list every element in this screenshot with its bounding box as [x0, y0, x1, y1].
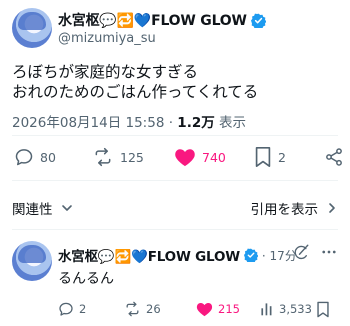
verified-badge-icon[interactable] [243, 248, 258, 262]
reply-text: るんるん [58, 271, 114, 287]
replies-filter-row: 関連性 引用を表示 [12, 198, 338, 220]
reply-reply-button[interactable]: 2 [58, 299, 86, 319]
reply-repost-button[interactable]: 26 [124, 299, 161, 319]
bookmark-count: 2 [278, 149, 286, 165]
reply-top-icons [292, 243, 338, 261]
reply-actions: 2 26 215 3,533 [58, 299, 338, 319]
heart-filled-icon [196, 302, 213, 317]
reply-reply-count: 2 [79, 302, 87, 316]
views-icon [261, 303, 272, 316]
views-label: 表示 [214, 115, 247, 131]
post-text: ろぼちが家庭的な女すぎる おれのためのごはん作ってくれてる [12, 62, 338, 102]
sort-label: 関連性 [12, 202, 53, 218]
repost-count: 125 [120, 149, 144, 165]
view-quotes-link[interactable]: 引用を表示 [251, 198, 339, 218]
like-button[interactable]: 740 [174, 144, 226, 170]
share-icon [326, 148, 342, 166]
like-count: 740 [202, 149, 226, 165]
author-name-line: 水宮枢💬🔁💙FLOW GLOW [58, 10, 266, 30]
divider [12, 229, 338, 230]
bookmark-icon [317, 301, 329, 317]
reply-bookmark-button[interactable] [316, 299, 330, 319]
share-button[interactable] [324, 144, 344, 170]
reply-author-line: 水宮枢💬🔁💙FLOW GLOW · 17分 [58, 245, 297, 266]
reply-icon [15, 149, 33, 166]
divider [12, 135, 338, 136]
post-text-line: ろぼちが家庭的な女すぎる [12, 63, 199, 81]
verified-badge-icon[interactable] [250, 13, 266, 28]
post-meta: 2026年08月14日 15:58 · 1.2万 表示 [12, 111, 246, 131]
reply-author-display-name[interactable]: 水宮枢💬🔁💙FLOW GLOW [58, 245, 240, 265]
reply-button[interactable]: 80 [14, 144, 56, 170]
avatar[interactable] [12, 241, 52, 281]
chevron-right-icon [329, 203, 335, 213]
divider [12, 180, 338, 181]
post-actions: 80 125 740 2 [12, 144, 342, 170]
author-display-name[interactable]: 水宮枢💬🔁💙FLOW GLOW [58, 10, 247, 30]
grok-icon[interactable] [292, 243, 310, 261]
more-options-icon[interactable] [320, 243, 338, 261]
repost-icon [95, 147, 111, 167]
avatar[interactable] [12, 8, 52, 48]
reply-icon [59, 302, 73, 316]
post-timestamp[interactable]: 2026年08月14日 15:58 · [12, 115, 177, 131]
reply-views-count: 3,533 [279, 302, 312, 316]
reply-count: 80 [40, 149, 56, 165]
reply-like-button[interactable]: 215 [196, 299, 240, 319]
reply-like-count: 215 [218, 302, 240, 316]
reply-views-button[interactable]: 3,533 [260, 299, 312, 319]
reply-post[interactable]: 水宮枢💬🔁💙FLOW GLOW · 17分 るんるん 2 26 215 3,53… [12, 241, 338, 321]
chevron-down-icon [61, 205, 72, 211]
reply-repost-count: 26 [146, 302, 161, 316]
views-count: 1.2万 [177, 115, 215, 131]
sort-dropdown[interactable]: 関連性 [12, 198, 73, 218]
bookmark-button[interactable]: 2 [254, 144, 286, 170]
repost-icon [126, 301, 139, 317]
heart-filled-icon [175, 149, 195, 167]
repost-button[interactable]: 125 [92, 144, 144, 170]
bookmark-icon [255, 147, 271, 167]
post-header: 水宮枢💬🔁💙FLOW GLOW @mizumiya_su [12, 8, 338, 52]
author-handle[interactable]: @mizumiya_su [58, 31, 156, 46]
post-text-line: おれのためのごはん作ってくれてる [12, 83, 259, 101]
view-quotes-label: 引用を表示 [250, 202, 319, 218]
